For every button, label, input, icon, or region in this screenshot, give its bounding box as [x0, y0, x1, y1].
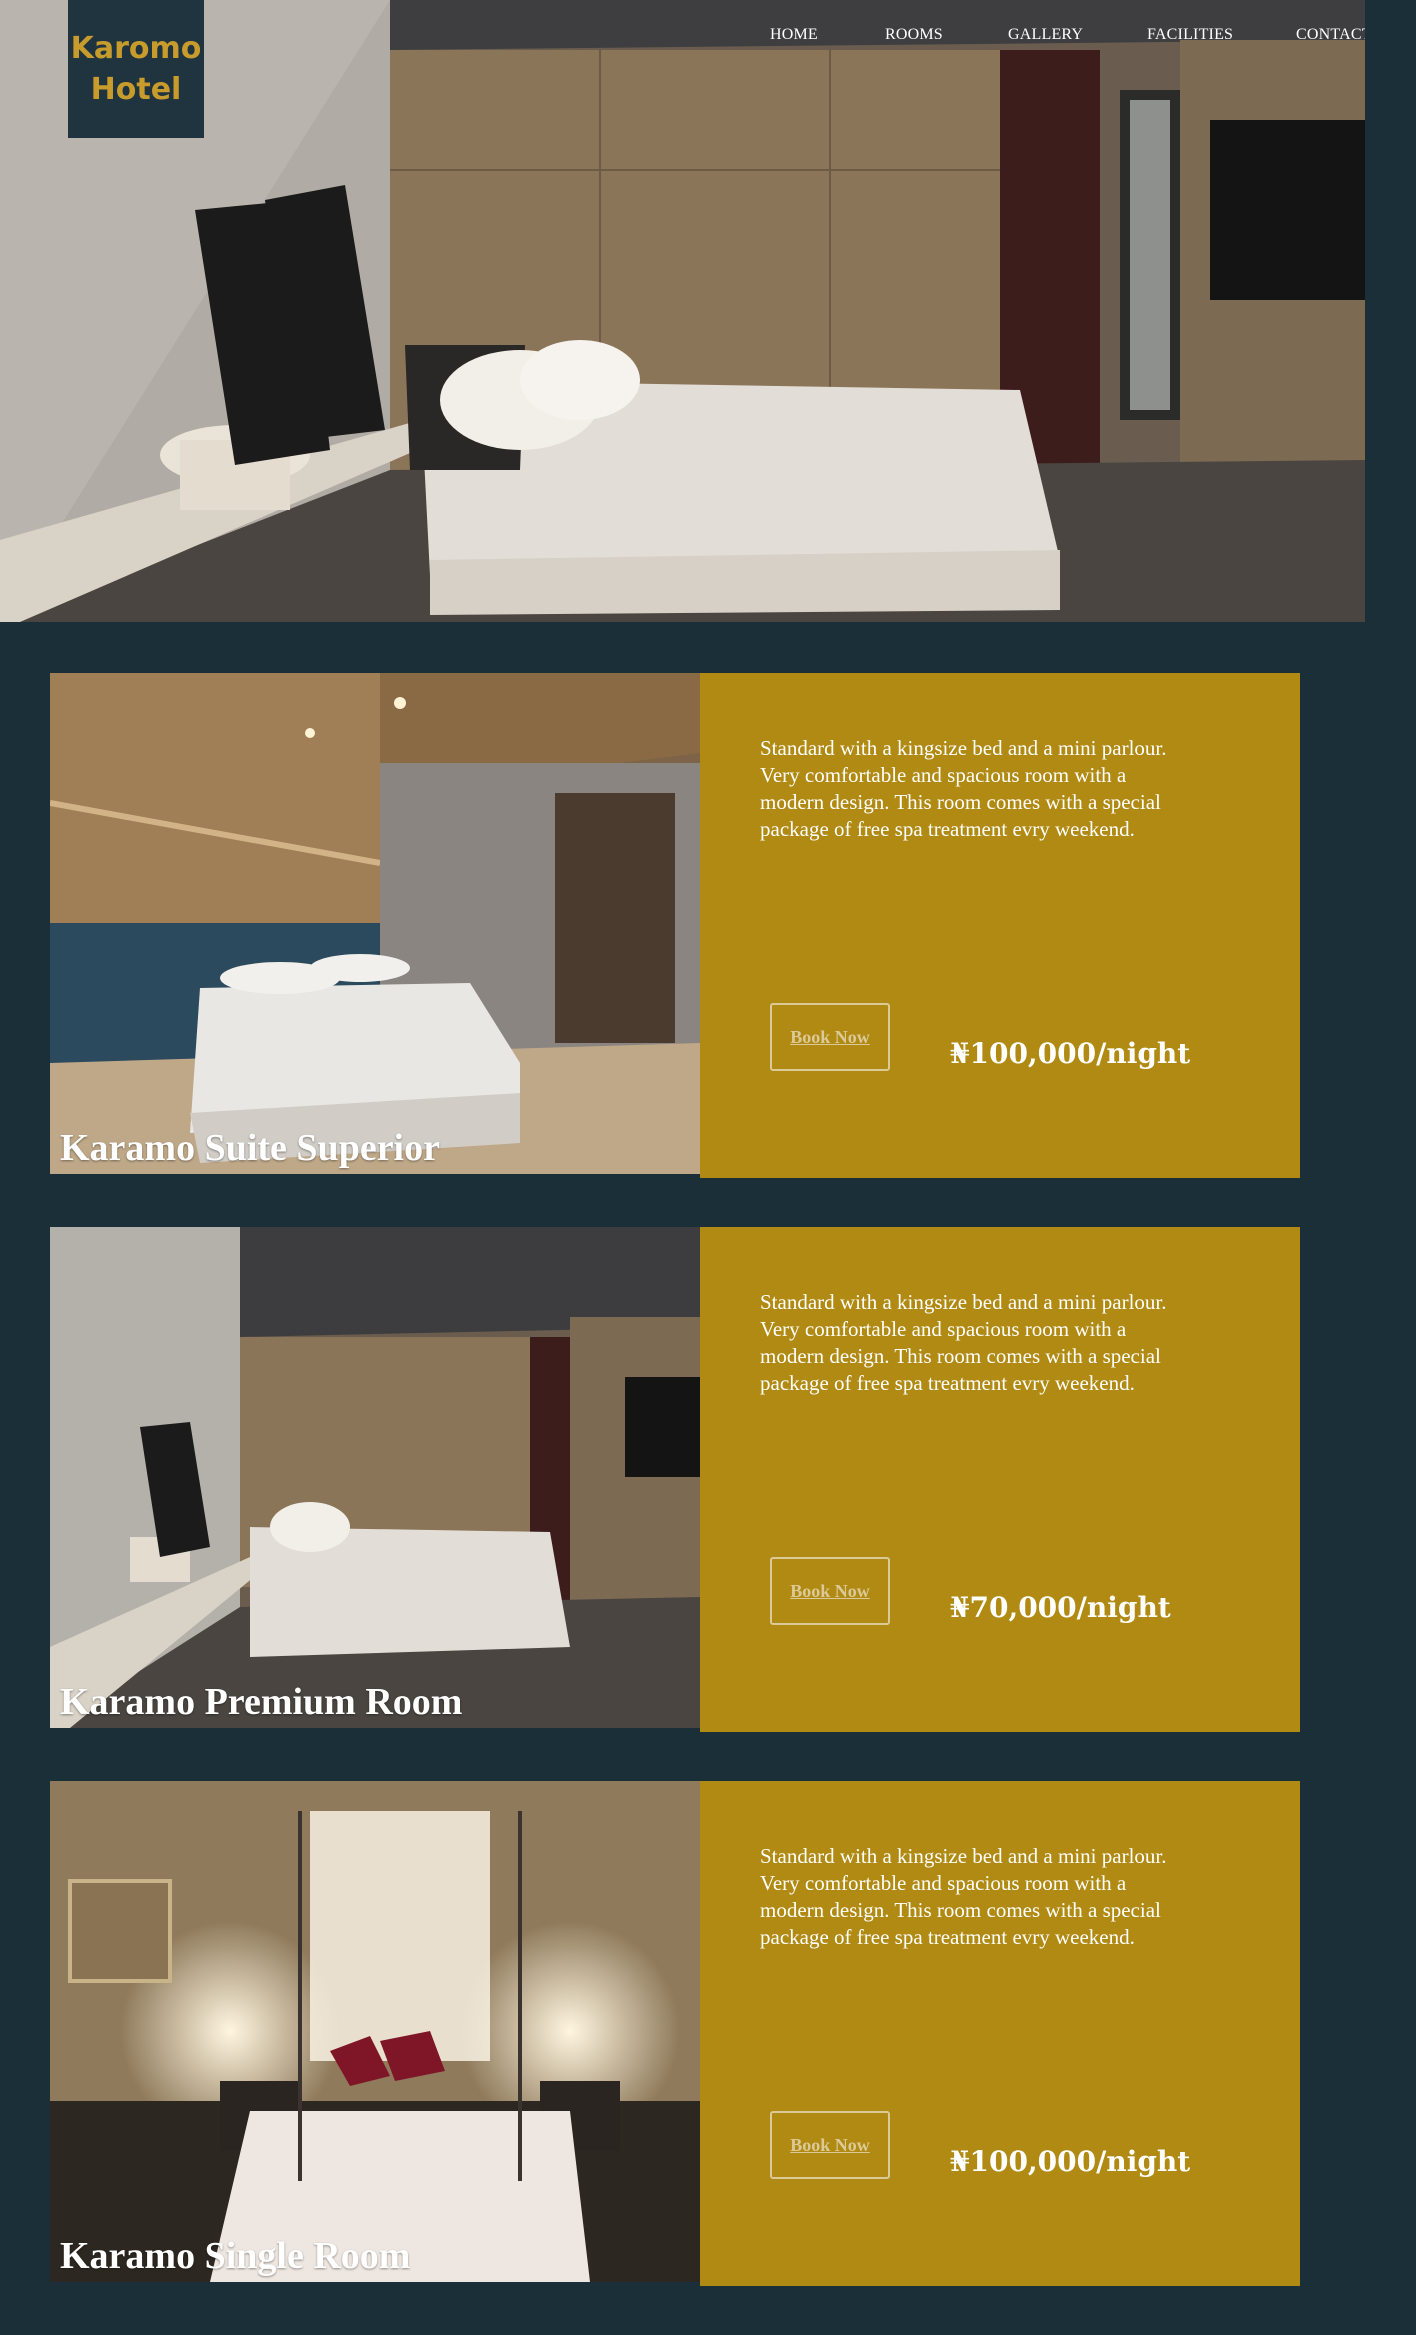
room-photo: Karamo Premium Room [50, 1227, 700, 1728]
book-now-button[interactable]: Book Now [770, 1003, 890, 1071]
hotel-logo[interactable]: Karomo Hotel [68, 0, 204, 138]
room-name: Karamo Suite Superior [60, 1127, 440, 1169]
room-name: Karamo Premium Room [60, 1681, 463, 1723]
room-card: Karamo Premium Room Standard with a king… [50, 1227, 1300, 1732]
hero-banner: Karomo Hotel HOME ROOMS GALLERY FACILITI… [0, 0, 1365, 622]
nav-home-link[interactable]: HOME [770, 26, 818, 44]
room-image [50, 1227, 700, 1728]
room-photo: Karamo Suite Superior [50, 673, 700, 1174]
book-now-button[interactable]: Book Now [770, 1557, 890, 1625]
room-details-panel: Standard with a kingsize bed and a mini … [700, 673, 1300, 1178]
room-price: ₦100,000/night [950, 2145, 1191, 2178]
room-price: ₦70,000/night [950, 1591, 1171, 1624]
logo-line-2: Hotel [90, 72, 182, 107]
room-image [50, 673, 700, 1174]
room-card: Karamo Suite Superior Standard with a ki… [50, 673, 1300, 1178]
room-photo: Karamo Single Room [50, 1781, 700, 2282]
room-description: Standard with a kingsize bed and a mini … [760, 1290, 1167, 1395]
room-image [50, 1781, 700, 2282]
room-description: Standard with a kingsize bed and a mini … [760, 736, 1167, 841]
room-details-panel: Standard with a kingsize bed and a mini … [700, 1781, 1300, 2286]
logo-line-1: Karomo [70, 31, 202, 66]
hero-room-image [0, 0, 1365, 622]
room-details-panel: Standard with a kingsize bed and a mini … [700, 1227, 1300, 1732]
room-card: Karamo Single Room Standard with a kings… [50, 1781, 1300, 2286]
room-description: Standard with a kingsize bed and a mini … [760, 1844, 1167, 1949]
nav-rooms-link[interactable]: ROOMS [885, 26, 943, 44]
room-price: ₦100,000/night [950, 1037, 1191, 1070]
nav-contact-link[interactable]: CONTACT [1296, 26, 1365, 44]
room-name: Karamo Single Room [60, 2235, 411, 2277]
nav-gallery-link[interactable]: GALLERY [1008, 26, 1083, 44]
book-now-button[interactable]: Book Now [770, 2111, 890, 2179]
nav-facilities-link[interactable]: FACILITIES [1147, 26, 1233, 44]
